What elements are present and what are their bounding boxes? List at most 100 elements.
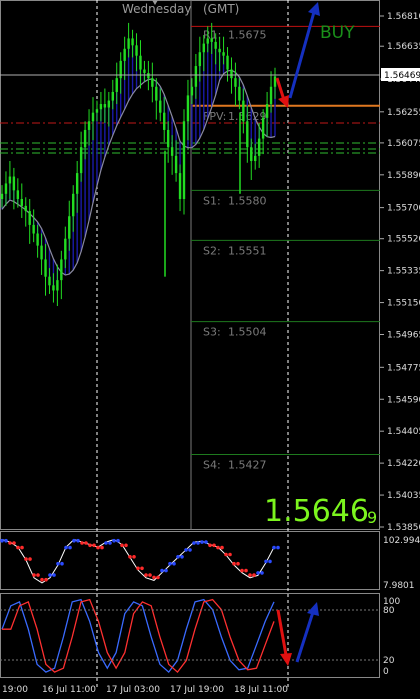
- osc2-panel-frame: [0, 593, 380, 678]
- osc1-dot: [104, 541, 108, 545]
- osc1-min: 7.9801: [383, 581, 415, 591]
- osc1-dot: [196, 541, 200, 545]
- blue-up-arrow-icon: [288, 2, 320, 99]
- buy-signal-label: BUY: [320, 23, 355, 43]
- osc1-dot: [252, 573, 256, 577]
- candle-body: [64, 238, 67, 260]
- candle-body: [72, 193, 75, 217]
- osc1-dot: [140, 566, 144, 571]
- osc1-dot: [216, 545, 220, 550]
- osc1-dot: [276, 545, 280, 550]
- osc1-dot: [32, 573, 36, 577]
- osc1-dot: [256, 571, 260, 575]
- time-tick-label: 19:00: [2, 685, 28, 695]
- candle-body: [56, 280, 59, 291]
- osc1-dot: [128, 555, 132, 559]
- osc1-dot: [100, 545, 104, 550]
- candle-body: [24, 205, 27, 212]
- osc1-dot: [0, 538, 4, 543]
- current-price-big: 1.5646: [264, 494, 369, 529]
- price-tick-label: 1.53850: [387, 523, 420, 533]
- osc1-dot: [108, 541, 112, 545]
- osc1-dot: [200, 540, 204, 544]
- price-tick-label: 1.55890: [387, 171, 420, 181]
- price-tick-label: 1.55520: [387, 235, 420, 245]
- price-tick-label: 1.56810: [387, 12, 420, 22]
- candle-body: [119, 60, 122, 79]
- osc1-dot: [148, 573, 152, 577]
- osc1-dot: [272, 545, 276, 550]
- price-tick-label: 1.55700: [387, 204, 420, 214]
- candle-body: [115, 78, 118, 92]
- candle-body: [79, 147, 83, 174]
- osc1-dot: [4, 538, 8, 543]
- osc1-dot: [172, 561, 176, 566]
- candle-body: [226, 55, 229, 70]
- osc1-dot: [244, 568, 248, 573]
- candle-body: [143, 69, 146, 73]
- candle-body: [28, 211, 31, 225]
- price-tick-label: 1.56075: [387, 139, 420, 149]
- candle-body: [8, 176, 12, 184]
- osc1-dot: [156, 575, 160, 580]
- price-tick-label: 1.54775: [387, 363, 420, 373]
- osc1-dot: [132, 555, 136, 559]
- price-candles: [0, 22, 277, 307]
- candle-body: [87, 121, 91, 130]
- time-tick-label: 17 Jul 19:00: [170, 685, 224, 695]
- day-label: Wednesday: [122, 2, 191, 16]
- pivot-label: S3:: [203, 326, 221, 339]
- candle-body: [273, 76, 277, 87]
- candle-body: [238, 86, 241, 101]
- osc1-dot: [180, 555, 184, 559]
- osc1-dot: [60, 561, 64, 566]
- osc1-panel-frame: [0, 531, 380, 590]
- candle-body: [230, 69, 233, 79]
- candle-body: [246, 121, 249, 148]
- candle-body: [170, 147, 174, 156]
- osc1-dot: [64, 545, 68, 550]
- osc1-dot: [268, 559, 272, 564]
- candle-body: [202, 43, 205, 53]
- candle-body: [135, 45, 138, 56]
- osc1-dot: [24, 557, 28, 561]
- candle-body: [261, 117, 265, 139]
- candle-body: [155, 86, 158, 101]
- osc2-0: 0: [383, 667, 389, 677]
- osc1-dot: [40, 577, 44, 582]
- osc1-dot: [228, 552, 232, 557]
- osc1-dot: [188, 548, 192, 552]
- candle-body: [190, 86, 194, 96]
- osc1-dot: [84, 541, 88, 545]
- osc1-dot: [236, 561, 240, 566]
- candle-body: [52, 285, 55, 291]
- osc1-dot: [20, 545, 24, 550]
- candle-body: [250, 147, 253, 162]
- osc1-dot: [264, 559, 268, 564]
- candle-body: [99, 104, 103, 110]
- candle-body: [159, 100, 162, 113]
- pivot-label: S2:: [203, 244, 221, 257]
- chart-canvas[interactable]: R1:1.5675FPV:1.5629S1:1.5580S2:1.5551S3:…: [0, 0, 420, 699]
- osc1-dot: [80, 541, 84, 545]
- candle-body: [127, 38, 130, 49]
- osc1-dot: [76, 538, 80, 543]
- osc1-dot: [68, 545, 72, 550]
- candle-body: [4, 183, 8, 194]
- osc1-dot: [16, 545, 20, 550]
- candle-body: [68, 216, 71, 239]
- candle-body: [151, 78, 154, 87]
- osc1-dot: [12, 541, 16, 545]
- osc1-dot: [72, 538, 76, 543]
- osc1-dot: [204, 540, 208, 544]
- osc1-dot: [44, 577, 48, 582]
- candle-body: [234, 78, 237, 87]
- price-tick-label: 1.54965: [387, 331, 420, 341]
- candle-body: [210, 38, 213, 42]
- candle-body: [198, 52, 202, 67]
- candle-body: [222, 52, 225, 56]
- current-price-axis-text: 1.56469: [384, 71, 420, 81]
- osc1-dot: [240, 568, 244, 573]
- price-tick-label: 1.54590: [387, 395, 420, 405]
- candle-body: [214, 41, 217, 49]
